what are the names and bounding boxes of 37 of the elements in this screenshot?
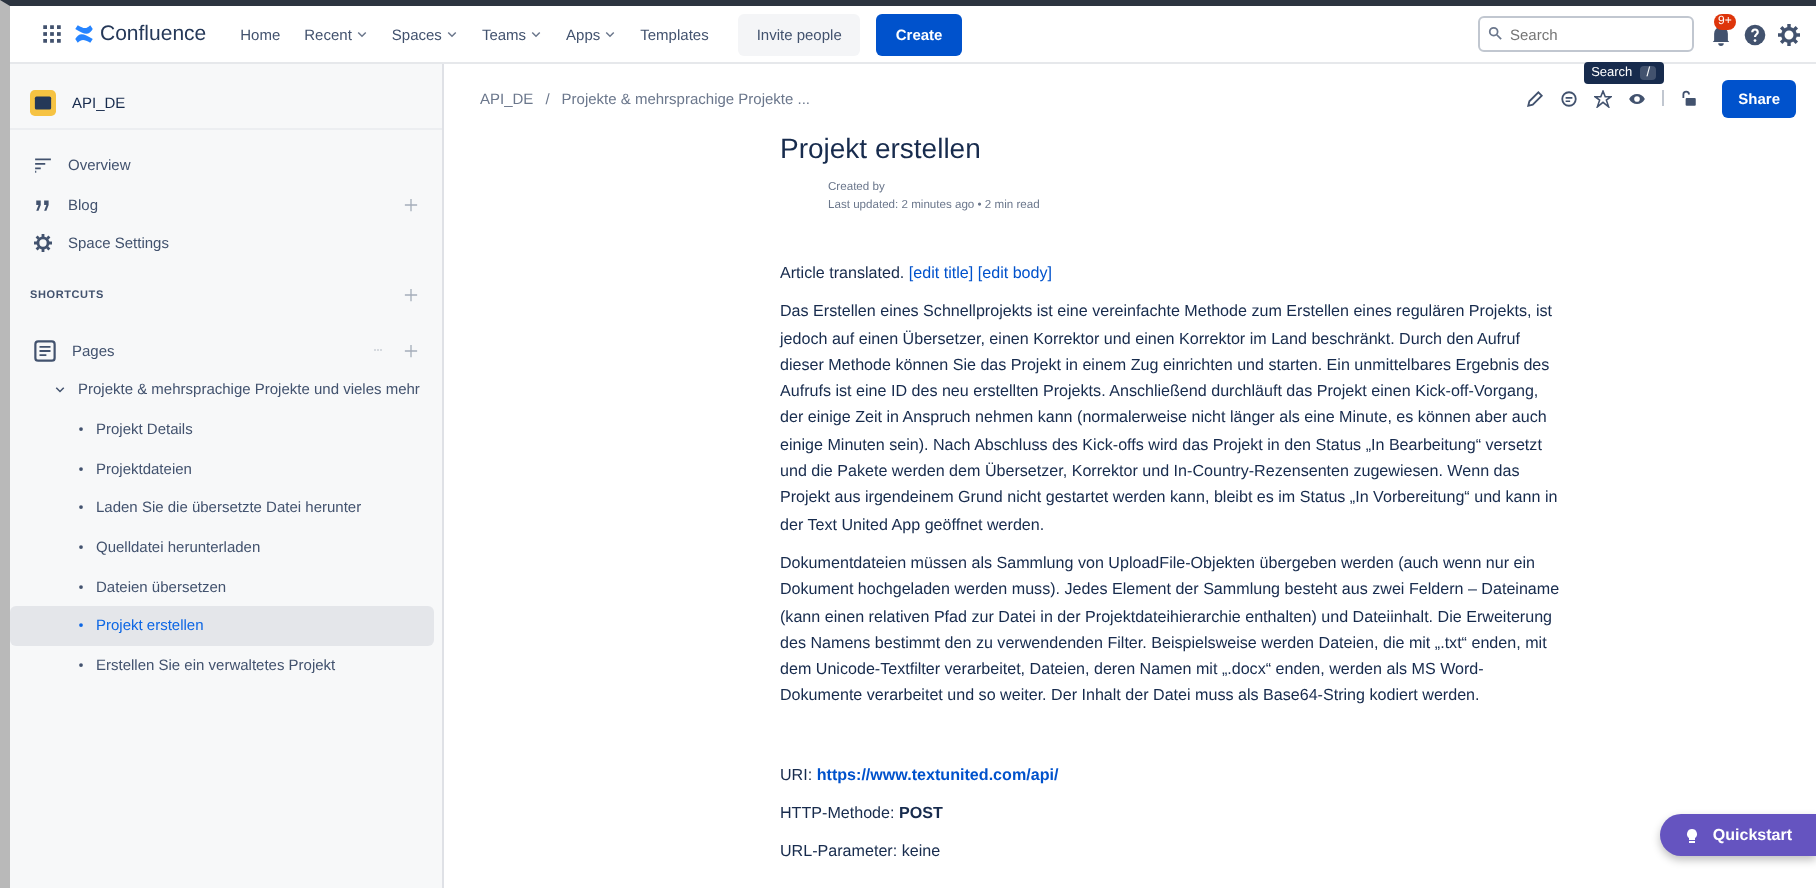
bullet-icon	[78, 504, 84, 511]
method-line: HTTP-Methode: POST	[780, 802, 945, 827]
bullet-icon	[78, 583, 84, 590]
bullet-icon	[78, 662, 84, 669]
lightbulb-icon	[1684, 827, 1701, 843]
uri-line: URI: https://www.textunited.com/api/	[780, 763, 1061, 788]
parameters-line: URL-Parameter: keine	[780, 840, 943, 865]
overview-icon	[34, 156, 52, 175]
body-paragraph: Das Erstellen eines Schnellprojekts ist eine vereinfachte Methode zum Erstellen eines regulären Projekts, ist jedoch auf einen Übersetzer, einen Korrektor und einen Korrektor im Land beschränkt. Durch den Aufruf dieser Methode können Sie das Projekt in einem Zug einrichten und starten. Ein unmittelbares Ergebnis des Aufrufs ist eine ID des neu erstellten Projekts. Anschließend durchläuft das Projekt einen Kick-off-Vorgang, der einige Zeit in Anspruch nehmen kann (normalerweise nicht länger als eine Minute, es können aber auch einige Minuten sein). Nach Abschluss des Kick-offs wird das Projekt in den Status „In Bearbeitung“ versetzt und die Pakete werden dem Übersetzer, Korrektor und In-Country-Rezensenten zugewiesen. Wenn das Projekt aus irgendeinem Grund nicht gestartet werden kann, bleibt es im Status „In Vorbereitung“ und kann in der Text United App geöffnet werden.	[780, 300, 1560, 538]
app-switcher-icon[interactable]	[42, 24, 62, 44]
pages-icon	[34, 339, 56, 362]
settings-icon	[34, 234, 52, 253]
quickstart-button[interactable]: Quickstart	[1660, 814, 1816, 856]
chevron-icon[interactable]	[54, 383, 66, 396]
star-icon[interactable]	[1594, 89, 1613, 107]
bell-icon[interactable]	[1710, 23, 1732, 45]
bullet-icon	[78, 465, 84, 472]
space-icon[interactable]	[30, 89, 56, 115]
bullet-icon	[78, 544, 84, 551]
quote-icon	[34, 195, 52, 214]
logo-icon[interactable]	[74, 24, 94, 44]
edit-link[interactable]: [edit body]	[977, 264, 1053, 282]
help-icon[interactable]	[1744, 23, 1766, 45]
bullet-icon	[78, 622, 84, 629]
edit-icon[interactable]	[1526, 89, 1545, 107]
comment-icon[interactable]	[1560, 89, 1579, 107]
body-paragraph: Dokumentdateien müssen als Sammlung von UploadFile-Objekten übergeben werden (auch wenn nur ein Dokument hochgeladen werden muss). Jedes Element der Sammlung besteht aus zwei Feldern – Dateiname (kann einen relativen Pfad zur Datei in der Projektdateihierarchie enthalten) und Dateiinhalt. Die Erweiterung des Namens bestimmt den zu verwendenden Filter. Beispielsweise werden Dateien, die mit „.txt“ enden, mit dem Unicode-Textfilter verarbeitet, Dateien, deren Namen mit „.docx“ enden, werden als MS Word-Dokumente verarbeitet und so weiter. Der Inhalt der Datei muss als Base64-String kodiert werden.	[780, 551, 1562, 709]
page-title: Projekt erstellen	[780, 132, 983, 164]
translation-note: Article translated. [edit title] [edit body]	[780, 262, 1055, 286]
search-icon	[1488, 26, 1502, 40]
uri-link[interactable]: https://www.textunited.com/api/	[816, 765, 1059, 784]
product-name[interactable]: Confluence	[100, 22, 207, 46]
lock-icon[interactable]	[1680, 89, 1699, 107]
edit-link[interactable]: [edit title]	[908, 264, 974, 282]
bullet-icon	[78, 426, 84, 433]
eye-icon[interactable]	[1628, 89, 1647, 107]
settings-icon[interactable]	[1778, 23, 1800, 45]
